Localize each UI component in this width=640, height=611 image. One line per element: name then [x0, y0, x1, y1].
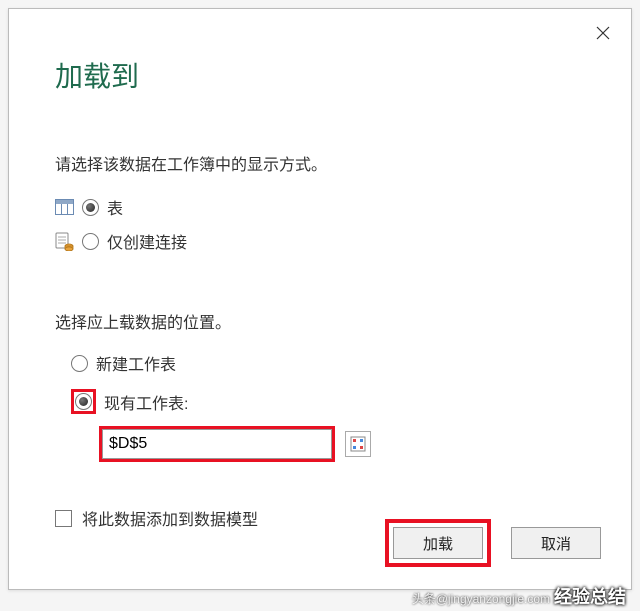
cell-reference-row — [71, 426, 585, 462]
radio-table[interactable] — [82, 199, 99, 216]
watermark-sub: 头条@jingyanzongjie.com — [412, 590, 550, 607]
dialog-footer: 加载 取消 — [385, 519, 601, 567]
option-table-label: 表 — [107, 195, 123, 219]
dialog-title: 加载到 — [9, 9, 631, 95]
load-button[interactable]: 加载 — [393, 527, 483, 559]
cell-reference-input[interactable] — [102, 429, 332, 459]
add-to-model-label: 将此数据添加到数据模型 — [82, 506, 258, 530]
option-new-sheet-row: 新建工作表 — [71, 351, 585, 375]
range-picker-icon — [350, 436, 366, 452]
connection-icon — [55, 232, 74, 251]
close-icon — [596, 26, 610, 40]
highlight-cell-input — [99, 426, 335, 462]
close-button[interactable] — [583, 17, 623, 49]
highlight-load-button: 加载 — [385, 519, 491, 567]
dialog-content: 请选择该数据在工作簿中的显示方式。 表 仅创建连接 — [9, 95, 631, 530]
option-connection-label: 仅创建连接 — [107, 229, 187, 253]
location-heading: 选择应上载数据的位置。 — [55, 309, 585, 333]
radio-existing-sheet[interactable] — [75, 393, 92, 410]
option-existing-sheet-label: 现有工作表: — [104, 390, 188, 414]
option-existing-sheet-row: 现有工作表: — [71, 389, 585, 414]
option-connection-row: 仅创建连接 — [55, 229, 585, 253]
location-options: 新建工作表 现有工作表: — [55, 351, 585, 462]
cancel-button[interactable]: 取消 — [511, 527, 601, 559]
checkbox-add-to-model[interactable] — [55, 510, 72, 527]
highlight-existing-radio — [71, 389, 96, 414]
radio-connection-only[interactable] — [82, 233, 99, 250]
radio-new-sheet[interactable] — [71, 355, 88, 372]
option-new-sheet-label: 新建工作表 — [96, 351, 176, 375]
range-picker-button[interactable] — [345, 431, 371, 457]
option-table-row: 表 — [55, 195, 585, 219]
display-instruction: 请选择该数据在工作簿中的显示方式。 — [55, 151, 585, 175]
load-to-dialog: 加载到 请选择该数据在工作簿中的显示方式。 表 仅创建连接 — [8, 8, 632, 590]
table-icon — [55, 199, 74, 215]
